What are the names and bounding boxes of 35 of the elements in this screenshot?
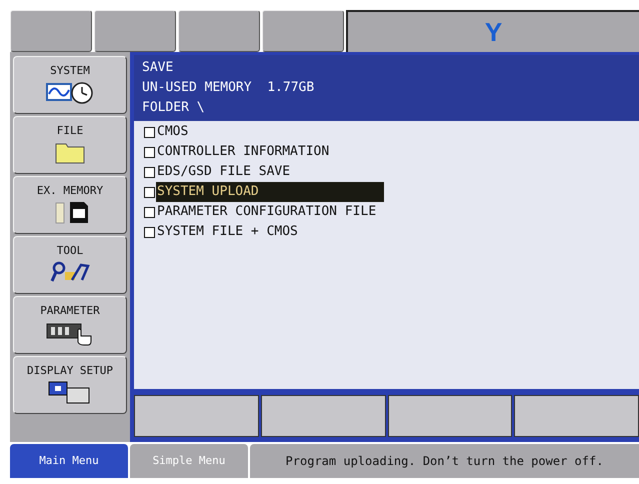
status-message: Program uploading. Don’t turn the power off. [250, 444, 639, 478]
list-item[interactable]: PARAMETER CONFIGURATION FILE [156, 202, 378, 222]
checkbox[interactable] [144, 126, 155, 138]
checkbox[interactable] [144, 166, 155, 178]
function-button[interactable] [388, 395, 512, 437]
menu-button[interactable]: EX. MEMORY [13, 176, 127, 234]
list-item[interactable]: SYSTEM UPLOAD [156, 182, 384, 202]
checkbox[interactable] [144, 186, 155, 198]
menu-button[interactable]: DISPLAY SETUP [13, 356, 127, 414]
checkbox[interactable] [144, 226, 155, 238]
function-key[interactable] [94, 10, 176, 52]
header-line: UN-USED MEMORY 1.77GB [142, 79, 316, 97]
list-item[interactable]: CMOS [156, 122, 190, 142]
function-key[interactable] [262, 10, 344, 52]
menu-button[interactable]: PARAMETER [13, 296, 127, 354]
function-button[interactable] [134, 395, 259, 437]
function-button[interactable] [514, 395, 639, 437]
tool-icon [50, 260, 90, 284]
wave-clock-icon [46, 80, 94, 104]
function-key[interactable] [178, 10, 260, 52]
header-line: SAVE [142, 59, 174, 77]
display-font-icon [48, 380, 92, 404]
axis-label: Y [484, 16, 502, 48]
checkbox[interactable] [144, 146, 155, 158]
list-item[interactable]: SYSTEM FILE + CMOS [156, 222, 300, 242]
function-button[interactable] [260, 395, 386, 437]
list-item[interactable]: CONTROLLER INFORMATION [156, 142, 332, 162]
menu-button[interactable]: FILE [13, 116, 127, 174]
menu-tab[interactable]: Main Menu [10, 444, 128, 478]
header-line: FOLDER \ [142, 99, 206, 117]
list-item[interactable]: EDS/GSD FILE SAVE [156, 162, 292, 182]
function-key[interactable] [10, 10, 92, 52]
menu-button[interactable]: TOOL [13, 236, 127, 294]
checkbox[interactable] [144, 206, 155, 218]
menu-button[interactable]: SYSTEM [13, 56, 127, 114]
